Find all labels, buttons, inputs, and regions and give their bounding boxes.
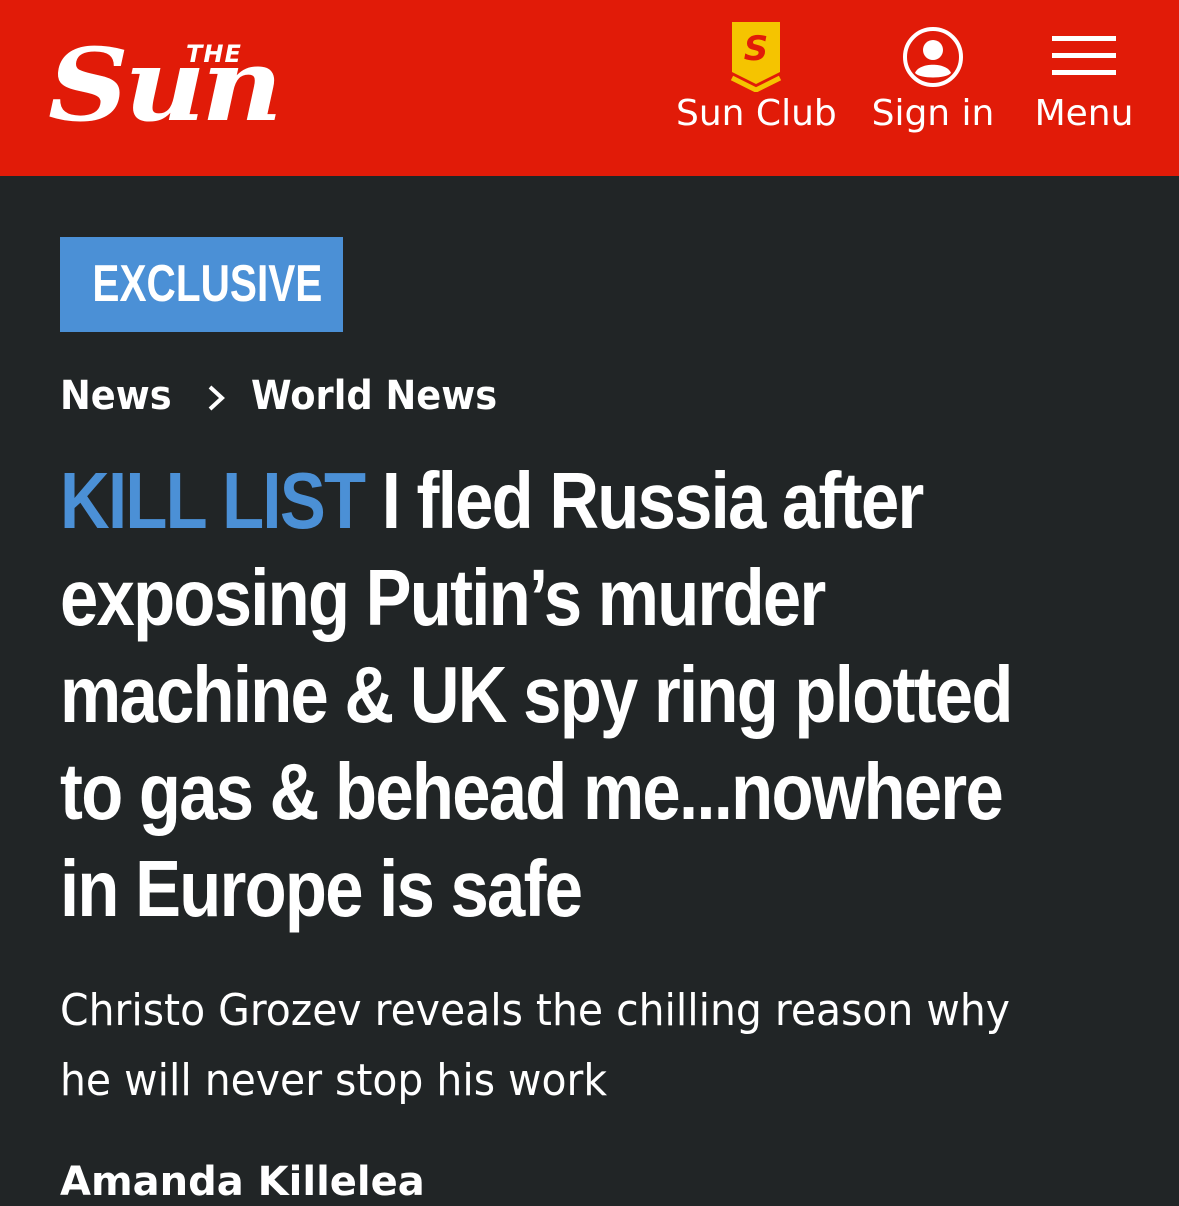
exclusive-badge-text: EXCLUSIVE [92,255,323,313]
article-standfirst: Christo Grozev reveals the chilling reas… [60,976,1140,1116]
sign-in-button[interactable]: Sign in [866,20,1000,150]
standfirst-line: Christo Grozev reveals the chilling reas… [60,985,1010,1036]
sun-club-button[interactable]: S Sun Club [676,20,837,150]
sun-club-badge-letter: S [744,29,769,69]
article-headline: KILL LIST I fled Russia after exposing P… [60,452,1140,937]
headline-line: machine & UK spy ring plotted [60,650,1013,739]
logo-sun-wordmark: Sun [48,26,283,144]
exclusive-badge: EXCLUSIVE [60,237,343,332]
menu-label: Menu [1034,93,1134,134]
headline-text: I fled Russia after [381,456,925,545]
breadcrumb-world-news[interactable]: World News [251,373,497,419]
headline-line: in Europe is safe [60,844,583,933]
top-bar: Sun THE S Sun Club Sign in Menu [0,0,1179,176]
chevron-right-icon [181,373,251,419]
headline-line: exposing Putin’s murder [60,553,826,642]
author-byline[interactable]: Amanda Killelea [60,1158,425,1206]
headline-line: to gas & behead me...nowhere [60,747,1004,836]
sun-club-badge-icon: S [730,20,782,101]
sign-in-label: Sign in [871,93,995,134]
headline-kicker: KILL LIST [60,456,366,545]
breadcrumb: News World News [60,366,519,426]
breadcrumb-news[interactable]: News [60,373,172,419]
headline-line: KILL LIST I fled Russia after [60,452,989,549]
menu-button[interactable]: Menu [1026,20,1142,150]
standfirst-line: he will never stop his work [60,1055,608,1106]
the-sun-logo[interactable]: Sun THE [48,30,338,140]
user-icon [902,26,964,97]
hamburger-menu-icon [1052,36,1116,85]
logo-the-text: THE [186,40,242,68]
sun-club-label: Sun Club [676,93,837,134]
